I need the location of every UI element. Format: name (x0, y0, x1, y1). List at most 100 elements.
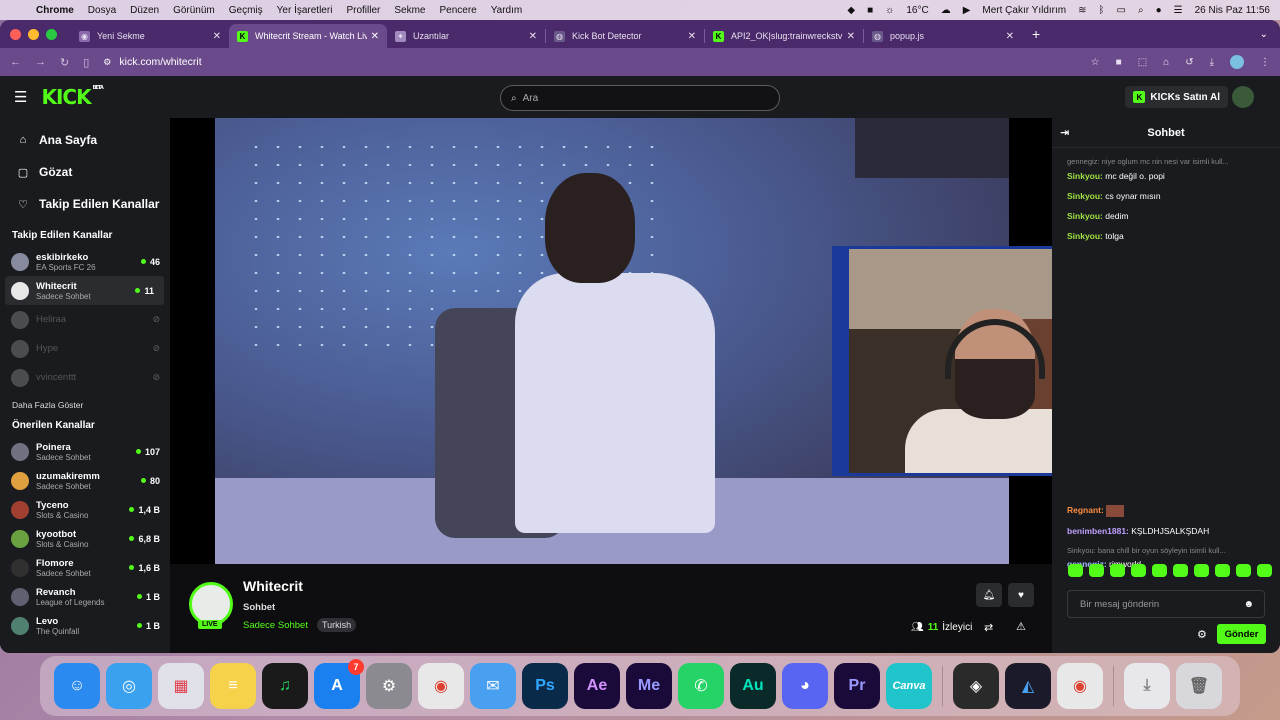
dock-app-spotify[interactable]: ♫ (262, 663, 308, 709)
search-input[interactable]: ⌕ Ara (500, 85, 780, 111)
chat-message-input[interactable]: Bir mesaj gönderin ☻ (1067, 590, 1265, 618)
dock-app-chrome-2[interactable]: ◉ (1057, 663, 1103, 709)
show-more-link[interactable]: Daha Fazla Göster (0, 400, 170, 410)
close-tab-icon[interactable]: ✕ (1006, 31, 1014, 42)
back-icon[interactable]: ← (10, 56, 21, 68)
notification-bell-button[interactable]: 🔔︎ (976, 583, 1002, 607)
channel-levo[interactable]: Levo The Quinfall 1 B (0, 611, 170, 640)
chat-username[interactable]: Sinkyou: (1067, 171, 1103, 181)
dock-app-chrome[interactable]: ◉ (418, 663, 464, 709)
sidebar-toggle-icon[interactable]: ▯ (83, 56, 89, 69)
emote-icon[interactable] (1215, 564, 1230, 577)
menu-item-history[interactable]: Geçmiş (229, 5, 263, 16)
report-warning-icon[interactable]: ⚠ (1016, 620, 1026, 633)
close-tab-icon[interactable]: ✕ (847, 31, 855, 42)
cloud-icon[interactable]: ☁ (941, 5, 951, 16)
channel-eskibirkeko[interactable]: eskibirkeko EA Sports FC 26 46 (0, 247, 170, 276)
emoji-picker-icon[interactable]: ☻ (1243, 599, 1254, 610)
download-icon[interactable]: ⤓ (1210, 57, 1214, 68)
dock-app-cube[interactable]: ◈ (953, 663, 999, 709)
menu-app-name[interactable]: Chrome (36, 5, 74, 16)
tab-extensions[interactable]: ✦ Uzantılar ✕ (387, 24, 545, 48)
zoom-window-button[interactable] (46, 28, 57, 40)
clock[interactable]: 26 Nis Paz 11:56 (1195, 5, 1270, 16)
emote-icon[interactable] (1110, 564, 1125, 577)
dock-app-system-settings[interactable]: ⚙ (366, 663, 412, 709)
extension-icon[interactable]: ■ (1116, 57, 1122, 68)
nav-following[interactable]: ♡ Takip Edilen Kanallar (0, 188, 170, 220)
dock-app-launchpad[interactable]: ▦ (158, 663, 204, 709)
chat-username[interactable]: Regnant: (1067, 505, 1104, 515)
wifi-icon[interactable]: ≋ (1078, 5, 1086, 16)
dropbox-icon[interactable]: ◆ (847, 5, 855, 16)
dock-app-audition[interactable]: Au (730, 663, 776, 709)
dock-app-safari[interactable]: ◎ (106, 663, 152, 709)
extensions-puzzle-icon[interactable]: ⬚ (1138, 57, 1147, 68)
weather-icon[interactable]: ☼ (885, 5, 894, 16)
tab-api2[interactable]: K API2_OK|slug:trainwreckstv | ✕ (705, 24, 863, 48)
search-icon[interactable]: ⌕ (1138, 5, 1144, 16)
channel-tyceno[interactable]: Tyceno Slots & Casino 1,4 B (0, 495, 170, 524)
chat-username[interactable]: Sinkyou: (1067, 191, 1103, 201)
tab-whitecrit-stream[interactable]: K Whitecrit Stream - Watch Live ✕ (229, 24, 387, 48)
emote-icon[interactable] (1173, 564, 1188, 577)
channel-uzumakiremm[interactable]: uzumakiremm Sadece Sohbet 80 (0, 466, 170, 495)
channel-whitecrit[interactable]: Whitecrit Sadece Sohbet 11 (5, 276, 164, 305)
channel-poinera[interactable]: Poinera Sadece Sohbet 107 (0, 437, 170, 466)
channel-revanch[interactable]: Revanch League of Legends 1 B (0, 582, 170, 611)
new-tab-button[interactable]: + (1032, 26, 1040, 42)
kick-logo[interactable]: KICK BETA (41, 85, 103, 109)
siri-icon[interactable]: ● (1156, 5, 1162, 16)
tab-new-tab[interactable]: ◉ Yeni Sekme ✕ (71, 24, 229, 48)
nav-browse[interactable]: ▢ Gözat (0, 156, 170, 188)
dock-app-finder[interactable]: ☺ (54, 663, 100, 709)
emote-icon[interactable] (1152, 564, 1167, 577)
follow-button[interactable]: ♥ (1008, 583, 1034, 607)
menu-item-file[interactable]: Dosya (88, 5, 116, 16)
nav-home[interactable]: ⌂ Ana Sayfa (0, 124, 170, 156)
hamburger-menu-icon[interactable]: ☰ (14, 88, 27, 106)
menu-item-view[interactable]: Görünüm (173, 5, 215, 16)
kick-tray-icon[interactable]: ■ (867, 5, 873, 16)
emote-icon[interactable] (1131, 564, 1146, 577)
control-center-icon[interactable]: ☰ (1174, 5, 1183, 16)
tab-kick-bot-detector[interactable]: ◍ Kick Bot Detector ✕ (546, 24, 704, 48)
share-icon[interactable]: ⇄ (984, 621, 993, 634)
close-tab-icon[interactable]: ✕ (213, 31, 221, 42)
dock-downloads-stack[interactable]: ⤓ (1124, 663, 1170, 709)
close-tab-icon[interactable]: ✕ (529, 31, 537, 42)
reload-icon[interactable]: ↻ (60, 56, 69, 69)
dock-trash[interactable]: 🗑︎ (1176, 663, 1222, 709)
send-message-button[interactable]: Gönder (1217, 624, 1266, 644)
close-tab-icon[interactable]: ✕ (688, 31, 696, 42)
address-bar[interactable]: ⚙ kick.com/whitecrit (103, 56, 1090, 68)
emote-icon[interactable] (1257, 564, 1272, 577)
close-window-button[interactable] (10, 28, 21, 40)
user-avatar[interactable] (1232, 86, 1254, 108)
dock-app-mail[interactable]: ✉ (470, 663, 516, 709)
streamer-name[interactable]: Whitecrit (243, 578, 303, 594)
menu-item-help[interactable]: Yardım (491, 5, 523, 16)
video-player[interactable] (170, 118, 1250, 564)
channel-kyootbot[interactable]: kyootbot Slots & Casino 6,8 B (0, 524, 170, 553)
user-name[interactable]: Mert Çakır Yıldırım (982, 5, 1066, 16)
dock-app-whatsapp[interactable]: ✆ (678, 663, 724, 709)
cast-icon[interactable]: ⌂ (1163, 57, 1169, 68)
menu-item-window[interactable]: Pencere (439, 5, 476, 16)
dock-app-media-encoder[interactable]: Me (626, 663, 672, 709)
dock-app-discord[interactable]: ◕ (782, 663, 828, 709)
tab-search-icon[interactable]: ⌄ (1260, 29, 1268, 40)
chat-username[interactable]: Sinkyou: (1067, 231, 1103, 241)
dock-app-app-store[interactable]: A7 (314, 659, 364, 709)
profile-avatar[interactable] (1230, 55, 1244, 69)
stream-category[interactable]: Sadece Sohbet (243, 620, 308, 631)
battery-icon[interactable]: ▭ (1117, 5, 1126, 16)
dock-app-notes[interactable]: ≡ (210, 663, 256, 709)
chat-username[interactable]: Sinkyou: (1067, 211, 1103, 221)
site-info-icon[interactable]: ⚙ (103, 57, 111, 68)
dock-app-canva[interactable]: Canva (886, 663, 932, 709)
menu-dots-icon[interactable]: ⋮ (1260, 57, 1270, 68)
emote-icon[interactable] (1194, 564, 1209, 577)
dock-app-after-effects[interactable]: Ae (574, 663, 620, 709)
chat-username[interactable]: benimben1881: (1067, 526, 1129, 536)
